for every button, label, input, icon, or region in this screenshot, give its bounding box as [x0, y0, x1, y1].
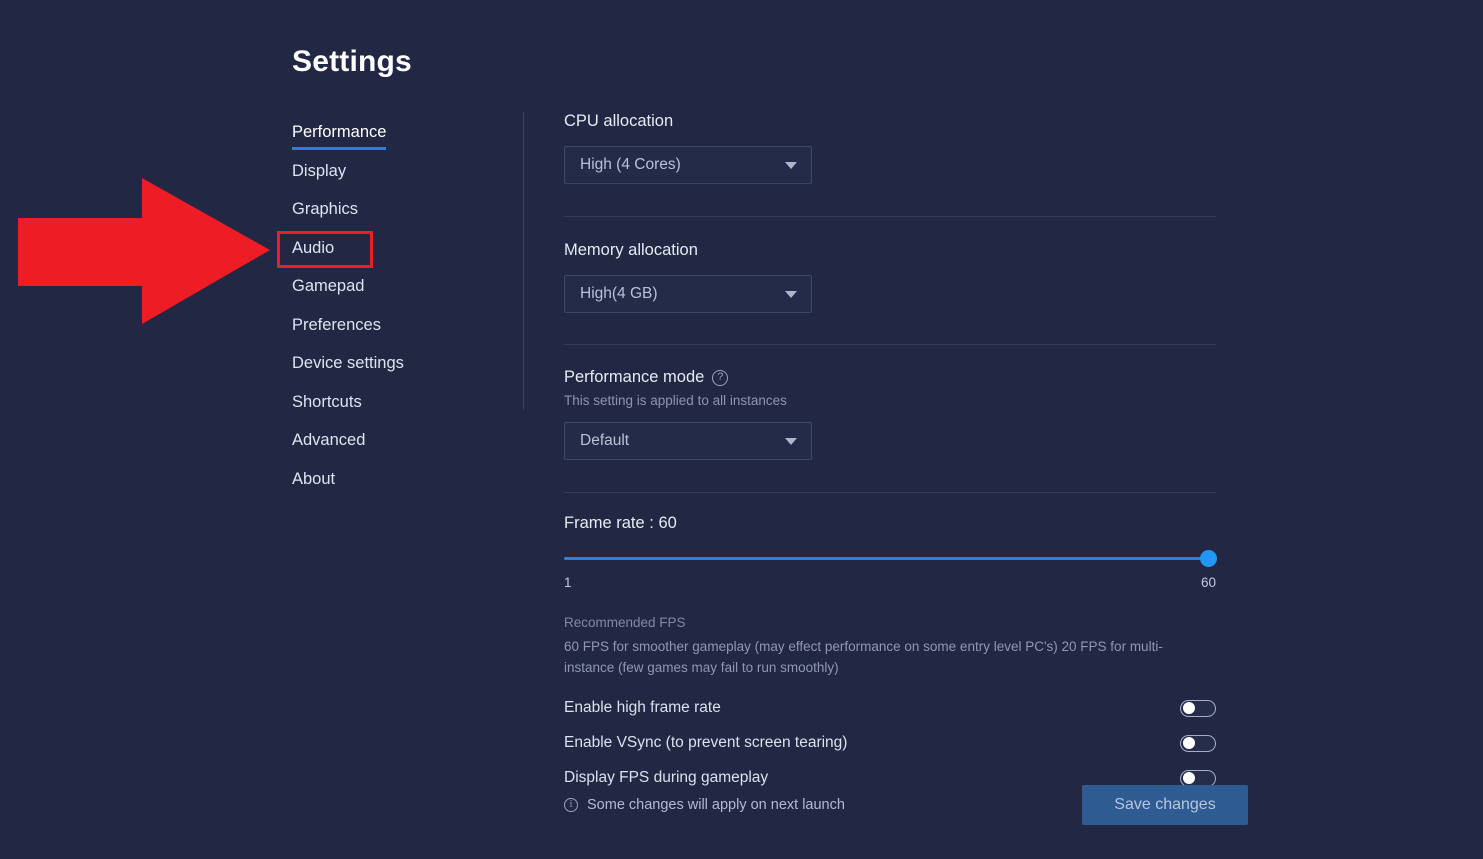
toggle-knob: [1183, 737, 1195, 750]
sidebar-item-label: Preferences: [292, 315, 381, 334]
toggle-row-vsync: Enable VSync (to prevent screen tearing): [564, 726, 1216, 761]
section-divider: [564, 344, 1216, 345]
sidebar-item-preferences[interactable]: Preferences: [292, 313, 507, 352]
memory-allocation-select[interactable]: High(4 GB): [564, 275, 812, 313]
performance-mode-section: Performance mode ? This setting is appli…: [564, 368, 1216, 460]
sidebar-item-label: Advanced: [292, 431, 366, 449]
save-changes-button[interactable]: Save changes: [1082, 785, 1248, 825]
frame-rate-slider-track[interactable]: [564, 557, 1216, 560]
toggle-list: Enable high frame rate Enable VSync (to …: [564, 691, 1216, 796]
sidebar-item-shortcuts[interactable]: Shortcuts: [292, 390, 507, 429]
sidebar-item-gamepad[interactable]: Gamepad: [292, 274, 507, 313]
next-launch-note: i Some changes will apply on next launch: [564, 797, 845, 813]
toggle-label: Enable high frame rate: [564, 699, 721, 717]
frame-rate-section: Frame rate : 60 1 60 Recommended FPS 60 …: [564, 514, 1217, 679]
section-divider: [564, 492, 1216, 493]
sidebar-item-graphics[interactable]: Graphics: [292, 197, 507, 236]
performance-mode-subtitle: This setting is applied to all instances: [564, 393, 787, 408]
toggle-label: Enable VSync (to prevent screen tearing): [564, 734, 848, 752]
sidebar-item-label: Graphics: [292, 200, 359, 218]
settings-content-panel: CPU allocation High (4 Cores) Memory all…: [564, 112, 1217, 796]
sidebar-divider: [523, 112, 524, 410]
cpu-allocation-value: High (4 Cores): [580, 156, 681, 173]
performance-mode-label: Performance mode: [564, 368, 705, 386]
toggle-knob: [1183, 772, 1195, 785]
sidebar-item-label: Display: [292, 161, 347, 180]
recommended-fps-body: 60 FPS for smoother gameplay (may effect…: [564, 639, 1163, 675]
next-launch-note-text: Some changes will apply on next launch: [587, 797, 845, 813]
settings-footer: i Some changes will apply on next launch…: [564, 785, 1248, 825]
frame-rate-slider[interactable]: [564, 550, 1217, 567]
section-divider: [564, 216, 1216, 217]
sidebar-item-label: Performance: [292, 120, 387, 150]
sidebar-item-performance[interactable]: Performance: [292, 120, 507, 159]
memory-allocation-value: High(4 GB): [580, 285, 658, 302]
sidebar-item-label: Audio: [292, 238, 335, 257]
memory-allocation-label: Memory allocation: [564, 241, 698, 259]
toggle-row-high-frame-rate: Enable high frame rate: [564, 691, 1216, 726]
sidebar-item-label: About: [292, 469, 336, 488]
chevron-down-icon: [785, 161, 797, 169]
sidebar-item-advanced[interactable]: Advanced: [292, 428, 507, 467]
sidebar-item-label: Gamepad: [292, 277, 365, 295]
cpu-allocation-section: CPU allocation High (4 Cores): [564, 112, 1216, 184]
sidebar-item-display[interactable]: Display: [292, 159, 507, 198]
sidebar-item-audio[interactable]: Audio: [292, 236, 507, 275]
recommended-fps-title: Recommended FPS: [564, 615, 686, 630]
toggle-knob: [1183, 702, 1195, 715]
vsync-toggle[interactable]: [1180, 734, 1216, 752]
help-circle-icon[interactable]: ?: [712, 369, 729, 386]
cpu-allocation-select[interactable]: High (4 Cores): [564, 146, 812, 184]
performance-mode-label-row: Performance mode ?: [564, 368, 1216, 387]
sidebar-item-about[interactable]: About: [292, 467, 507, 506]
frame-rate-max-label: 60: [1200, 575, 1216, 590]
cpu-allocation-label: CPU allocation: [564, 112, 674, 130]
performance-mode-select[interactable]: Default: [564, 422, 812, 460]
chevron-down-icon: [785, 290, 797, 298]
frame-rate-slider-thumb[interactable]: [1200, 550, 1217, 567]
sidebar-item-device-settings[interactable]: Device settings: [292, 351, 507, 390]
sidebar-item-label: Shortcuts: [292, 392, 362, 411]
performance-mode-value: Default: [580, 432, 630, 449]
memory-allocation-section: Memory allocation High(4 GB): [564, 241, 1216, 313]
info-circle-icon: i: [564, 798, 578, 812]
frame-rate-range-labels: 1 60: [564, 575, 1216, 590]
settings-nav: Performance Display Graphics Audio Gamep…: [292, 120, 507, 505]
sidebar-item-label: Device settings: [292, 354, 404, 372]
chevron-down-icon: [785, 437, 797, 445]
frame-rate-min-label: 1: [564, 575, 572, 590]
high-frame-rate-toggle[interactable]: [1180, 699, 1216, 717]
right-arrow-annotation: [18, 178, 270, 324]
frame-rate-label: Frame rate : 60: [564, 514, 677, 532]
page-title: Settings: [292, 45, 412, 78]
